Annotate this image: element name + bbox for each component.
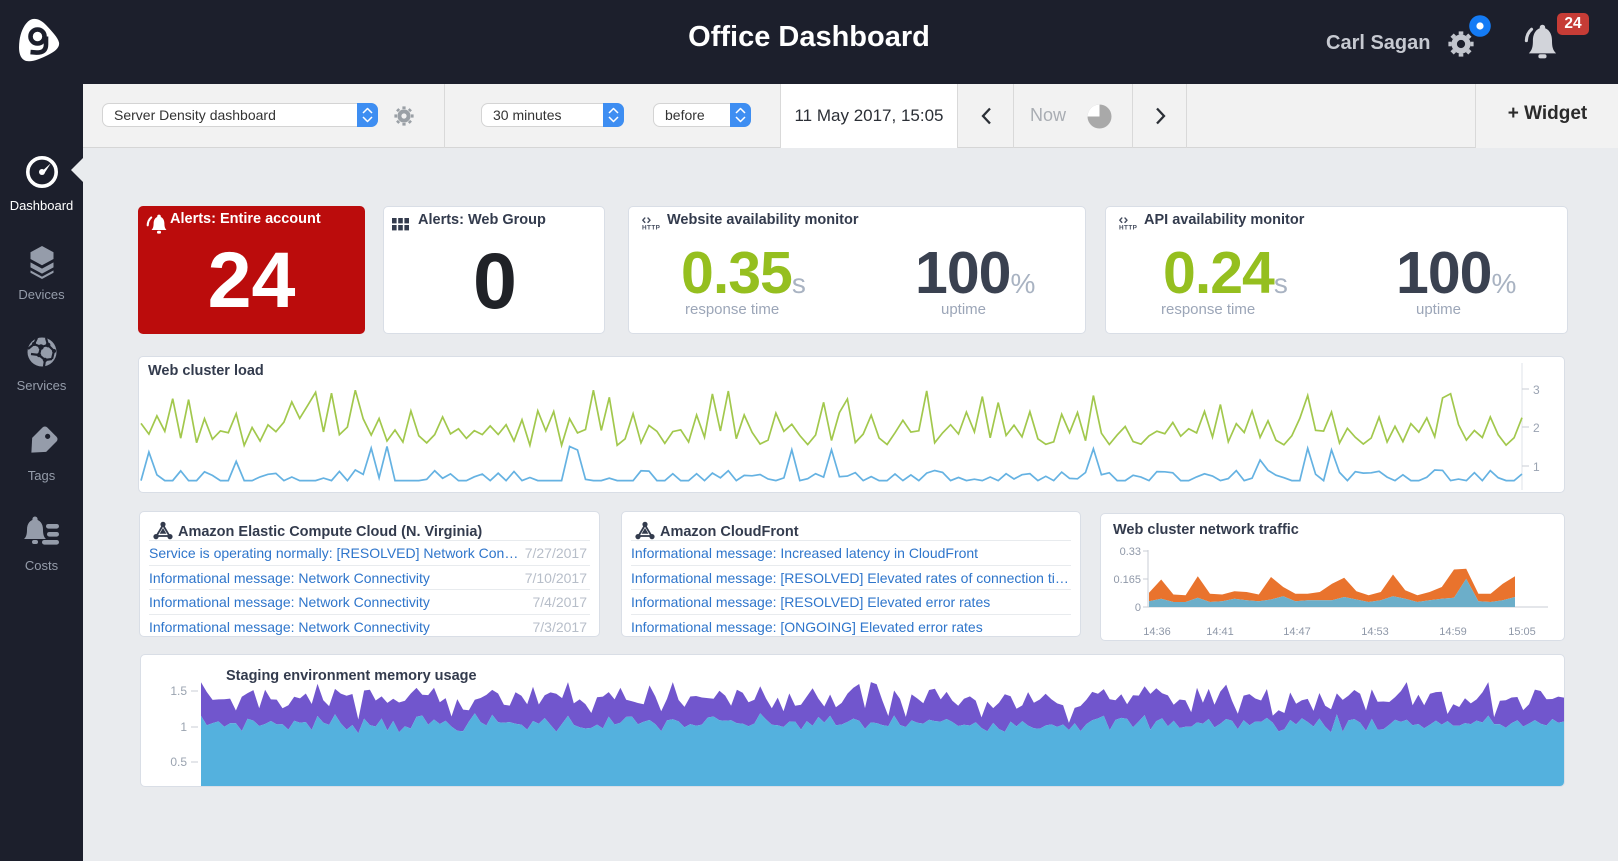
svg-text:2: 2 xyxy=(1533,421,1540,435)
svg-text:0.165: 0.165 xyxy=(1113,574,1141,586)
svg-text:HTTP: HTTP xyxy=(1119,225,1138,232)
svg-text:0.5: 0.5 xyxy=(170,755,187,769)
svg-text:0: 0 xyxy=(1135,602,1141,614)
svg-text:1: 1 xyxy=(1533,460,1540,474)
svg-text:1.5: 1.5 xyxy=(170,684,187,698)
svg-text:15:05: 15:05 xyxy=(1508,626,1536,638)
svg-text:14:59: 14:59 xyxy=(1439,626,1467,638)
svg-text:14:41: 14:41 xyxy=(1206,626,1234,638)
svg-text:14:47: 14:47 xyxy=(1283,626,1311,638)
svg-text:14:53: 14:53 xyxy=(1361,626,1389,638)
svg-text:HTTP: HTTP xyxy=(642,225,661,232)
svg-text:14:36: 14:36 xyxy=(1143,626,1171,638)
svg-text:0.33: 0.33 xyxy=(1120,546,1141,558)
svg-text:1: 1 xyxy=(180,720,187,734)
svg-text:3: 3 xyxy=(1533,383,1540,397)
